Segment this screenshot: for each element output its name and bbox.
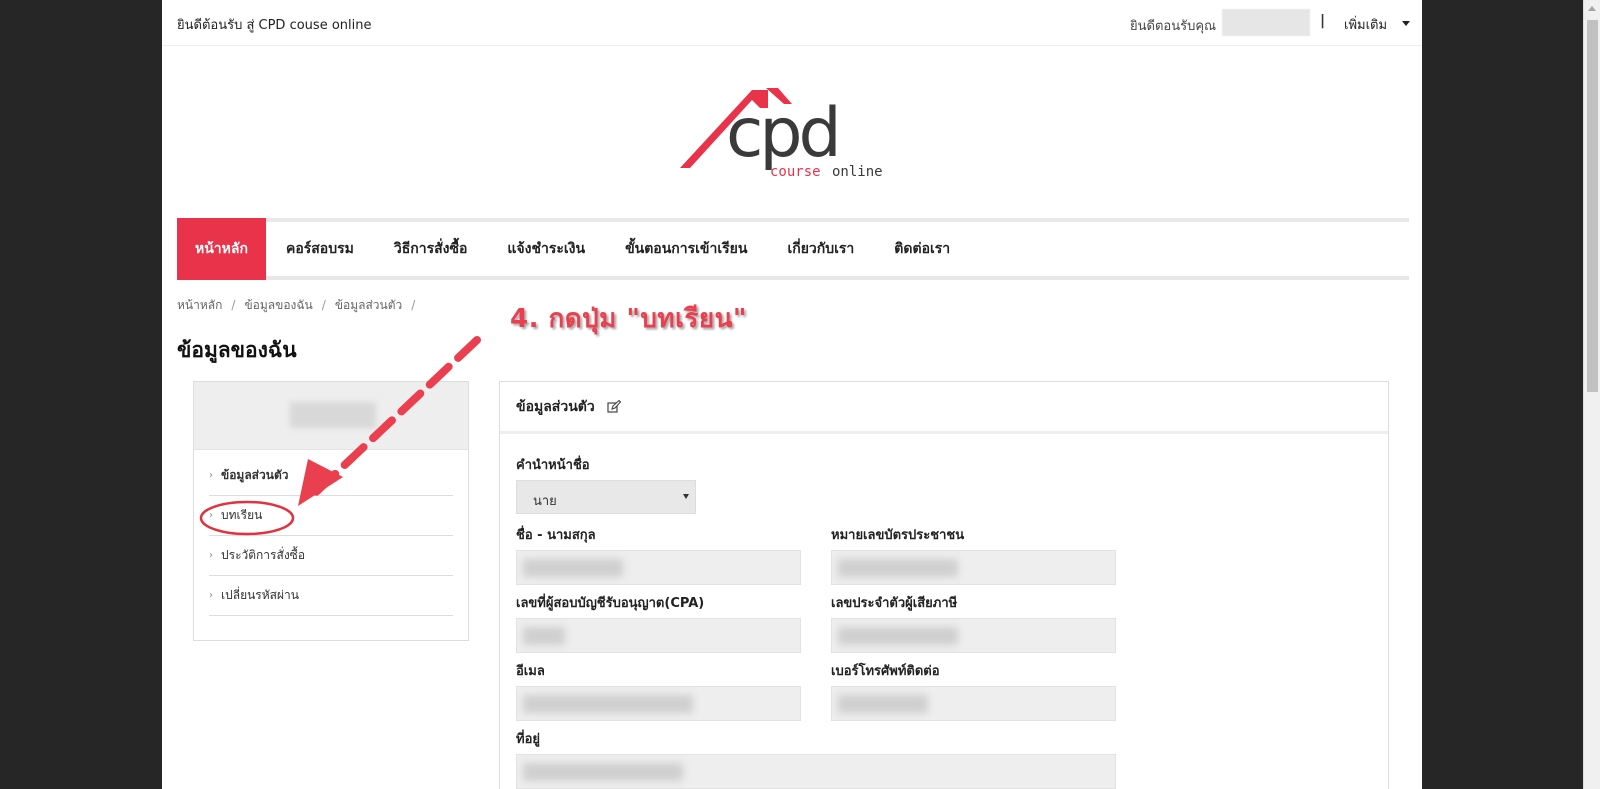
address-input[interactable]	[516, 754, 1116, 789]
chevron-right-icon: ›	[209, 510, 213, 521]
username-redacted	[1222, 9, 1310, 36]
sidebar-item-label: เปลี่ยนรหัสผ่าน	[221, 588, 299, 602]
full-name-input[interactable]	[516, 550, 801, 585]
scrollbar-thumb[interactable]	[1587, 20, 1598, 392]
profile-sidebar: › ข้อมูลส่วนตัว › บทเรียน › ประวัติการสั…	[193, 381, 469, 641]
topbar-separator: |	[1320, 13, 1326, 29]
cpd-logo[interactable]: cpd course online	[680, 80, 910, 190]
sidebar-item-change-password[interactable]: › เปลี่ยนรหัสผ่าน	[209, 576, 453, 616]
address-field: ที่อยู่	[516, 728, 1116, 789]
id-card-field: หมายเลขบัตรประชาชน	[831, 524, 1116, 585]
nav-item-courses[interactable]: คอร์สอบรม	[266, 222, 374, 276]
email-input[interactable]	[516, 686, 801, 721]
nav-item-home[interactable]: หน้าหลัก	[177, 218, 266, 280]
full-name-field: ชื่อ - นามสกุล	[516, 524, 801, 585]
panel-title: ข้อมูลส่วนตัว	[516, 398, 595, 415]
nav-item-about[interactable]: เกี่ยวกับเรา	[767, 222, 874, 276]
main-nav: หน้าหลัก คอร์สอบรม วิธีการสั่งซื้อ แจ้งช…	[177, 218, 1409, 280]
username-redacted	[290, 402, 376, 428]
prefix-field: คำนำหน้าชื่อ นาย	[516, 454, 696, 514]
field-label: คำนำหน้าชื่อ	[516, 458, 590, 473]
field-label: อีเมล	[516, 664, 545, 679]
page-title: ข้อมูลของฉัน	[177, 338, 297, 362]
scrollbar[interactable]	[1583, 0, 1600, 789]
more-menu-button[interactable]: เพิ่มเติม	[1344, 14, 1387, 35]
breadcrumb: หน้าหลัก / ข้อมูลของฉัน / ข้อมูลส่วนตัว /	[177, 298, 416, 312]
nav-item-payment[interactable]: แจ้งชำระเงิน	[487, 222, 605, 276]
breadcrumb-home[interactable]: หน้าหลัก	[177, 298, 222, 312]
cpa-input[interactable]	[516, 618, 801, 653]
user-greeting: ยินดีตอนรับคุณ	[1130, 19, 1217, 34]
logo-word-online: online	[832, 164, 883, 180]
sidebar-item-label: ข้อมูลส่วนตัว	[221, 468, 289, 482]
field-label: ที่อยู่	[516, 732, 540, 747]
welcome-text: ยินดีต้อนรับ สู่ CPD couse online	[177, 18, 372, 33]
tax-id-field: เลขประจำตัวผู้เสียภาษี	[831, 592, 1116, 653]
panel-header: ข้อมูลส่วนตัว	[500, 382, 1388, 434]
logo-word-course: course	[770, 164, 821, 180]
field-label: หมายเลขบัตรประชาชน	[831, 528, 965, 543]
breadcrumb-personal-info: ข้อมูลส่วนตัว	[334, 298, 403, 312]
tax-id-input[interactable]	[831, 618, 1116, 653]
scroll-up-arrow-icon[interactable]	[1588, 6, 1596, 11]
annotation-step-text: 4. กดปุ่ม "บทเรียน"	[510, 304, 747, 334]
sidebar-item-label: บทเรียน	[221, 508, 263, 522]
nav-item-contact[interactable]: ติดต่อเรา	[874, 222, 970, 276]
top-bar: ยินดีต้อนรับ สู่ CPD couse online ยินดีต…	[162, 0, 1422, 46]
cpa-field: เลขที่ผู้สอบบัญชีรับอนุญาต(CPA)	[516, 592, 801, 653]
nav-item-learning-steps[interactable]: ขั้นตอนการเข้าเรียน	[605, 222, 767, 276]
phone-input[interactable]	[831, 686, 1116, 721]
breadcrumb-my-info[interactable]: ข้อมูลของฉัน	[244, 298, 312, 312]
sidebar-item-personal-info[interactable]: › ข้อมูลส่วนตัว	[209, 456, 453, 496]
logo-mark: cpd	[726, 94, 838, 173]
field-label: เลขที่ผู้สอบบัญชีรับอนุญาต(CPA)	[516, 596, 705, 611]
id-card-input[interactable]	[831, 550, 1116, 585]
prefix-value: นาย	[533, 494, 557, 509]
email-field: อีเมล	[516, 660, 801, 721]
sidebar-item-label: ประวัติการสั่งซื้อ	[221, 548, 306, 562]
chevron-down-icon[interactable]	[1402, 21, 1410, 26]
chevron-right-icon: ›	[209, 590, 213, 601]
personal-info-panel: ข้อมูลส่วนตัว คำนำหน้าชื่อ นาย ชื่อ - นา…	[499, 381, 1389, 789]
chevron-right-icon: ›	[209, 550, 213, 561]
sidebar-item-lessons[interactable]: › บทเรียน	[209, 496, 453, 536]
sidebar-item-order-history[interactable]: › ประวัติการสั่งซื้อ	[209, 536, 453, 576]
field-label: เบอร์โทรศัพท์ติดต่อ	[831, 664, 940, 679]
chevron-right-icon: ›	[209, 470, 213, 481]
avatar	[194, 382, 468, 450]
phone-field: เบอร์โทรศัพท์ติดต่อ	[831, 660, 1116, 721]
edit-icon[interactable]	[607, 399, 621, 414]
breadcrumb-trailing-slash: /	[411, 298, 416, 312]
nav-item-how-to-order[interactable]: วิธีการสั่งซื้อ	[374, 222, 488, 276]
field-label: ชื่อ - นามสกุล	[516, 528, 596, 543]
page: ยินดีต้อนรับ สู่ CPD couse online ยินดีต…	[162, 0, 1422, 789]
field-label: เลขประจำตัวผู้เสียภาษี	[831, 596, 958, 611]
prefix-select[interactable]: นาย	[516, 480, 696, 514]
chevron-down-icon	[683, 494, 689, 499]
